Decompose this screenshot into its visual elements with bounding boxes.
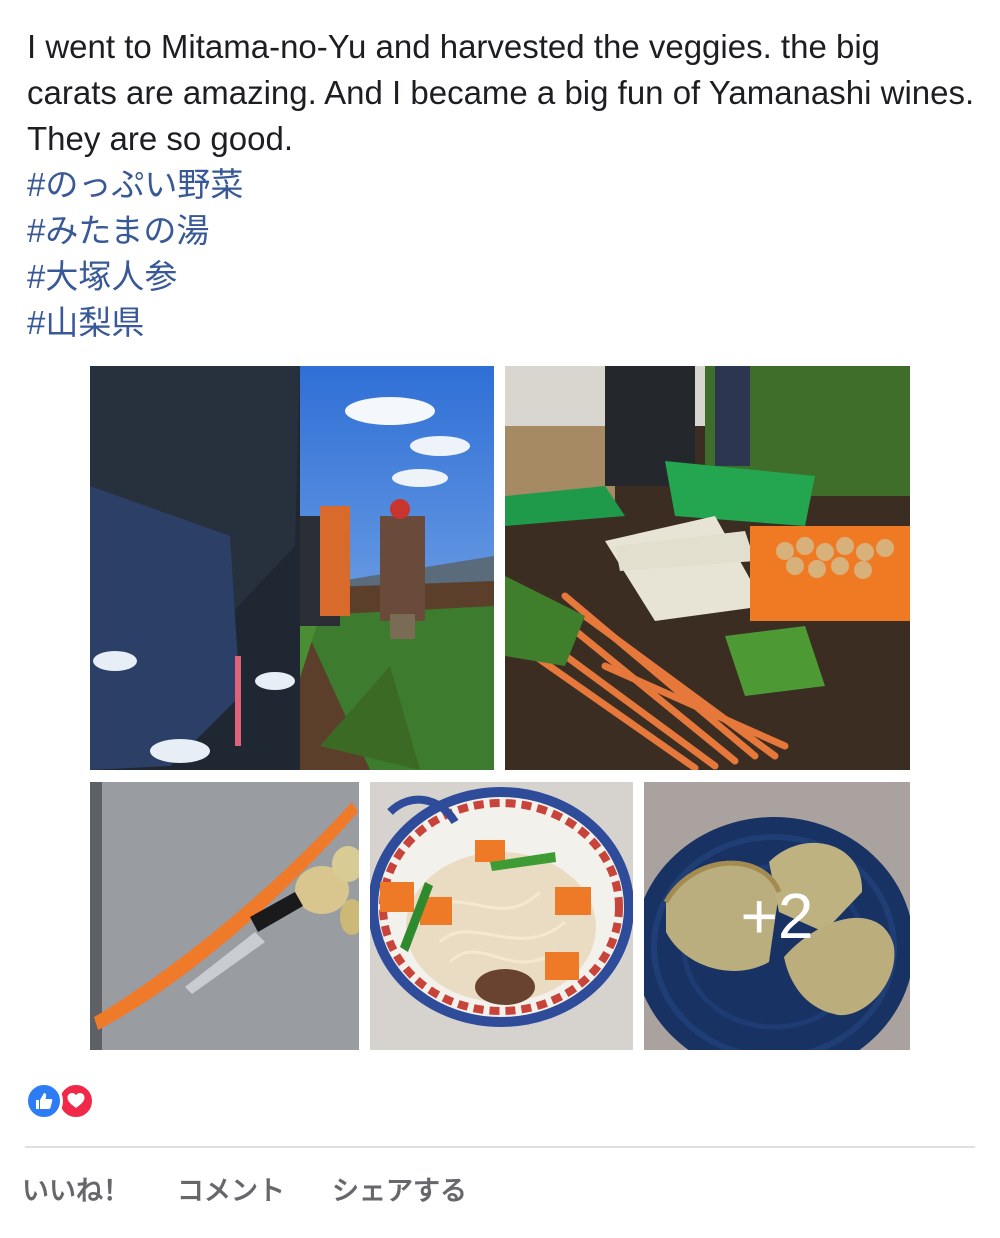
reaction-summary[interactable] bbox=[25, 1082, 115, 1120]
post-body: I went to Mitama-no-Yu and harvested the… bbox=[27, 28, 975, 157]
hashtag-list: #のっぷい野菜 #みたまの湯 #大塚人参 #山梨県 bbox=[27, 162, 977, 346]
hashtag-link[interactable]: #山梨県 bbox=[27, 300, 977, 346]
hashtag-link[interactable]: #のっぷい野菜 bbox=[27, 162, 977, 208]
photo-long-carrot[interactable] bbox=[90, 782, 359, 1050]
post-text-block: I went to Mitama-no-Yu and harvested the… bbox=[27, 24, 977, 346]
photo-harvest-field[interactable] bbox=[90, 366, 494, 770]
like-button[interactable]: いいね！ bbox=[22, 1172, 130, 1212]
hashtag-link[interactable]: #大塚人参 bbox=[27, 254, 977, 300]
action-divider bbox=[25, 1146, 975, 1148]
photo-cooked-dish[interactable] bbox=[370, 782, 633, 1050]
like-icon bbox=[25, 1082, 63, 1120]
photo-baked-potato-more[interactable]: +2 bbox=[644, 782, 910, 1050]
photo-harvested-vegetables[interactable] bbox=[505, 366, 910, 770]
hashtag-link[interactable]: #みたまの湯 bbox=[27, 208, 977, 254]
share-button[interactable]: シェアする bbox=[332, 1172, 467, 1212]
comment-button[interactable]: コメント bbox=[177, 1172, 285, 1212]
more-photos-count[interactable]: +2 bbox=[644, 782, 910, 1050]
